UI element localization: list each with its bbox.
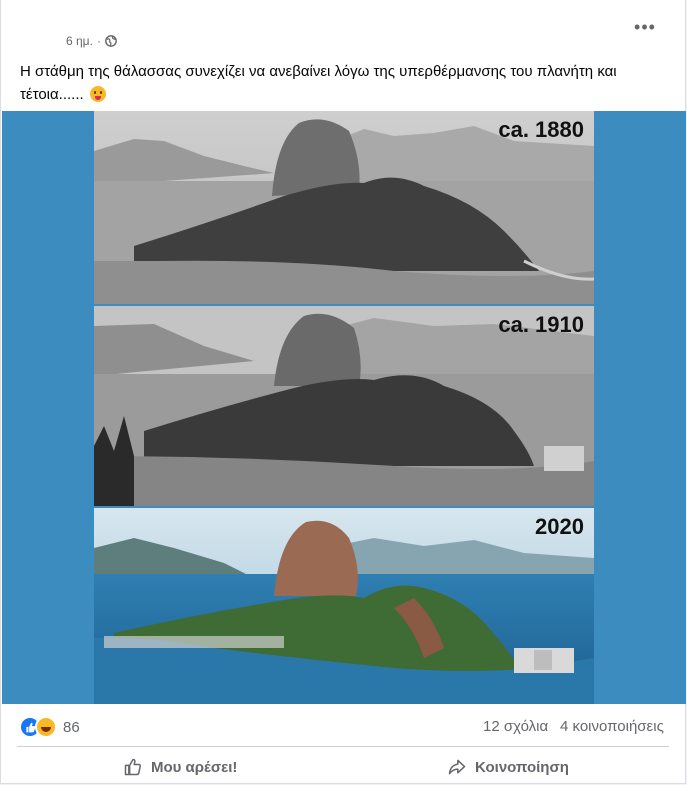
photo-panel-2020: 2020 <box>94 508 594 704</box>
like-button-label: Μου αρέσει! <box>151 758 238 776</box>
comments-count-link[interactable]: 12 σχόλια <box>483 718 548 735</box>
post-header: 6 ημ. · ••• <box>1 0 685 56</box>
reaction-count: 86 <box>63 718 80 736</box>
post-text-body: Η στάθμη της θάλασσας συνεχίζει να ανεβα… <box>20 63 617 103</box>
more-options-icon[interactable]: ••• <box>633 18 657 38</box>
haha-reaction-icon <box>35 716 57 738</box>
sugarloaf-2020-photo <box>94 508 594 704</box>
share-button[interactable]: Κοινοποίηση <box>447 752 569 782</box>
share-button-label: Κοινοποίηση <box>475 758 569 776</box>
squinting-tongue-emoji-icon <box>89 86 106 102</box>
reaction-summary[interactable]: 86 <box>19 716 80 738</box>
post-stats: 86 12 σχόλια 4 κοινοποιήσεις <box>1 704 685 744</box>
comparison-photo: ca. 1880 ca. 1910 2020 <box>94 111 594 704</box>
post-image[interactable]: ca. 1880 ca. 1910 2020 <box>2 111 686 704</box>
post-text: Η στάθμη της θάλασσας συνεχίζει να ανεβα… <box>20 60 660 106</box>
post-timestamp[interactable]: 6 ημ. <box>66 34 93 48</box>
like-button[interactable]: Μου αρέσει! <box>123 752 237 782</box>
year-label-1910: ca. 1910 <box>498 312 584 337</box>
divider <box>17 746 669 747</box>
shares-count-link[interactable]: 4 κοινοποιήσεις <box>560 718 664 735</box>
photo-panel-1910: ca. 1910 <box>94 306 594 506</box>
post-actions: Μου αρέσει! Κοινοποίηση <box>1 748 685 784</box>
year-label-1880: ca. 1880 <box>498 117 584 142</box>
post-card: 6 ημ. · ••• Η στάθμη της θάλασσας συνεχί… <box>0 0 686 784</box>
year-label-2020: 2020 <box>535 514 584 539</box>
globe-icon <box>105 35 117 47</box>
share-arrow-icon <box>448 759 466 775</box>
meta-separator: · <box>96 34 101 48</box>
thumbs-up-icon <box>124 758 141 776</box>
photo-panel-1880: ca. 1880 <box>94 111 594 304</box>
post-meta: 6 ημ. · <box>66 34 117 48</box>
